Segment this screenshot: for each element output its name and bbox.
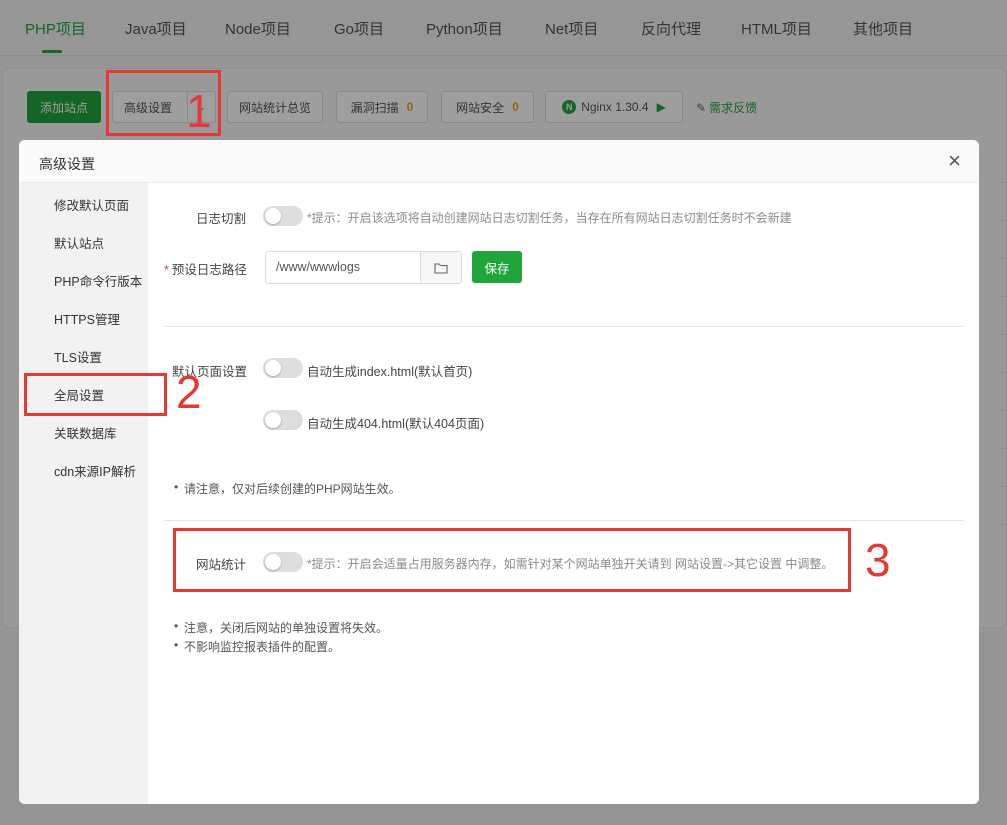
dialog-title: 高级设置 [39,156,95,172]
dialog-header: 高级设置 × [19,140,979,183]
section-divider [164,520,964,521]
log-path-input[interactable]: /www/wwwlogs [265,251,421,284]
stats-notice: 注意，关闭后网站的单独设置将失效。 [174,619,388,636]
close-icon[interactable]: × [948,150,961,172]
sidebar-item-php-cli[interactable]: PHP命令行版本 [54,271,142,290]
required-mark: * [164,263,169,277]
sidebar-item-default-site[interactable]: 默认站点 [54,233,104,252]
log-path-label: * 预设日志路径 [164,259,247,278]
settings-content: 日志切割 *提示：开启该选项将自动创建网站日志切割任务，当存在所有网站日志切割任… [148,183,979,804]
section-divider [164,326,964,327]
auto-404-toggle[interactable] [263,410,303,430]
annotation-number-1: 1 [186,85,212,137]
log-split-hint: *提示：开启该选项将自动创建网站日志切割任务，当存在所有网站日志切割任务时不会新… [307,211,792,225]
settings-sidebar: 修改默认页面 默认站点 PHP命令行版本 HTTPS管理 TLS设置 全局设置 … [19,183,148,804]
annotation-box-3 [173,528,851,592]
auto-404-label: 自动生成404.html(默认404页面) [307,417,485,431]
stats-notice-2: 不影响监控报表插件的配置。 [174,638,340,655]
log-split-toggle[interactable] [263,206,303,226]
log-split-label: 日志切割 [196,212,247,226]
auto-index-label: 自动生成index.html(默认首页) [307,365,473,379]
folder-icon[interactable] [420,251,462,284]
sidebar-item-cdn-ip[interactable]: cdn来源IP解析 [54,461,136,480]
save-button[interactable]: 保存 [472,251,522,283]
advanced-settings-dialog: 高级设置 × 修改默认页面 默认站点 PHP命令行版本 HTTPS管理 TLS设… [19,140,979,804]
sidebar-item-https[interactable]: HTTPS管理 [54,309,120,328]
sidebar-item-tls[interactable]: TLS设置 [54,347,102,366]
sidebar-item-default-page[interactable]: 修改默认页面 [54,195,129,214]
auto-index-toggle[interactable] [263,358,303,378]
php-notice: 请注意，仅对后续创建的PHP网站生效。 [174,480,401,497]
log-path-label-text: 预设日志路径 [171,263,247,277]
sidebar-item-database[interactable]: 关联数据库 [54,423,117,442]
annotation-number-3: 3 [865,534,891,586]
annotation-number-2: 2 [176,366,202,418]
annotation-box-2 [24,373,167,416]
